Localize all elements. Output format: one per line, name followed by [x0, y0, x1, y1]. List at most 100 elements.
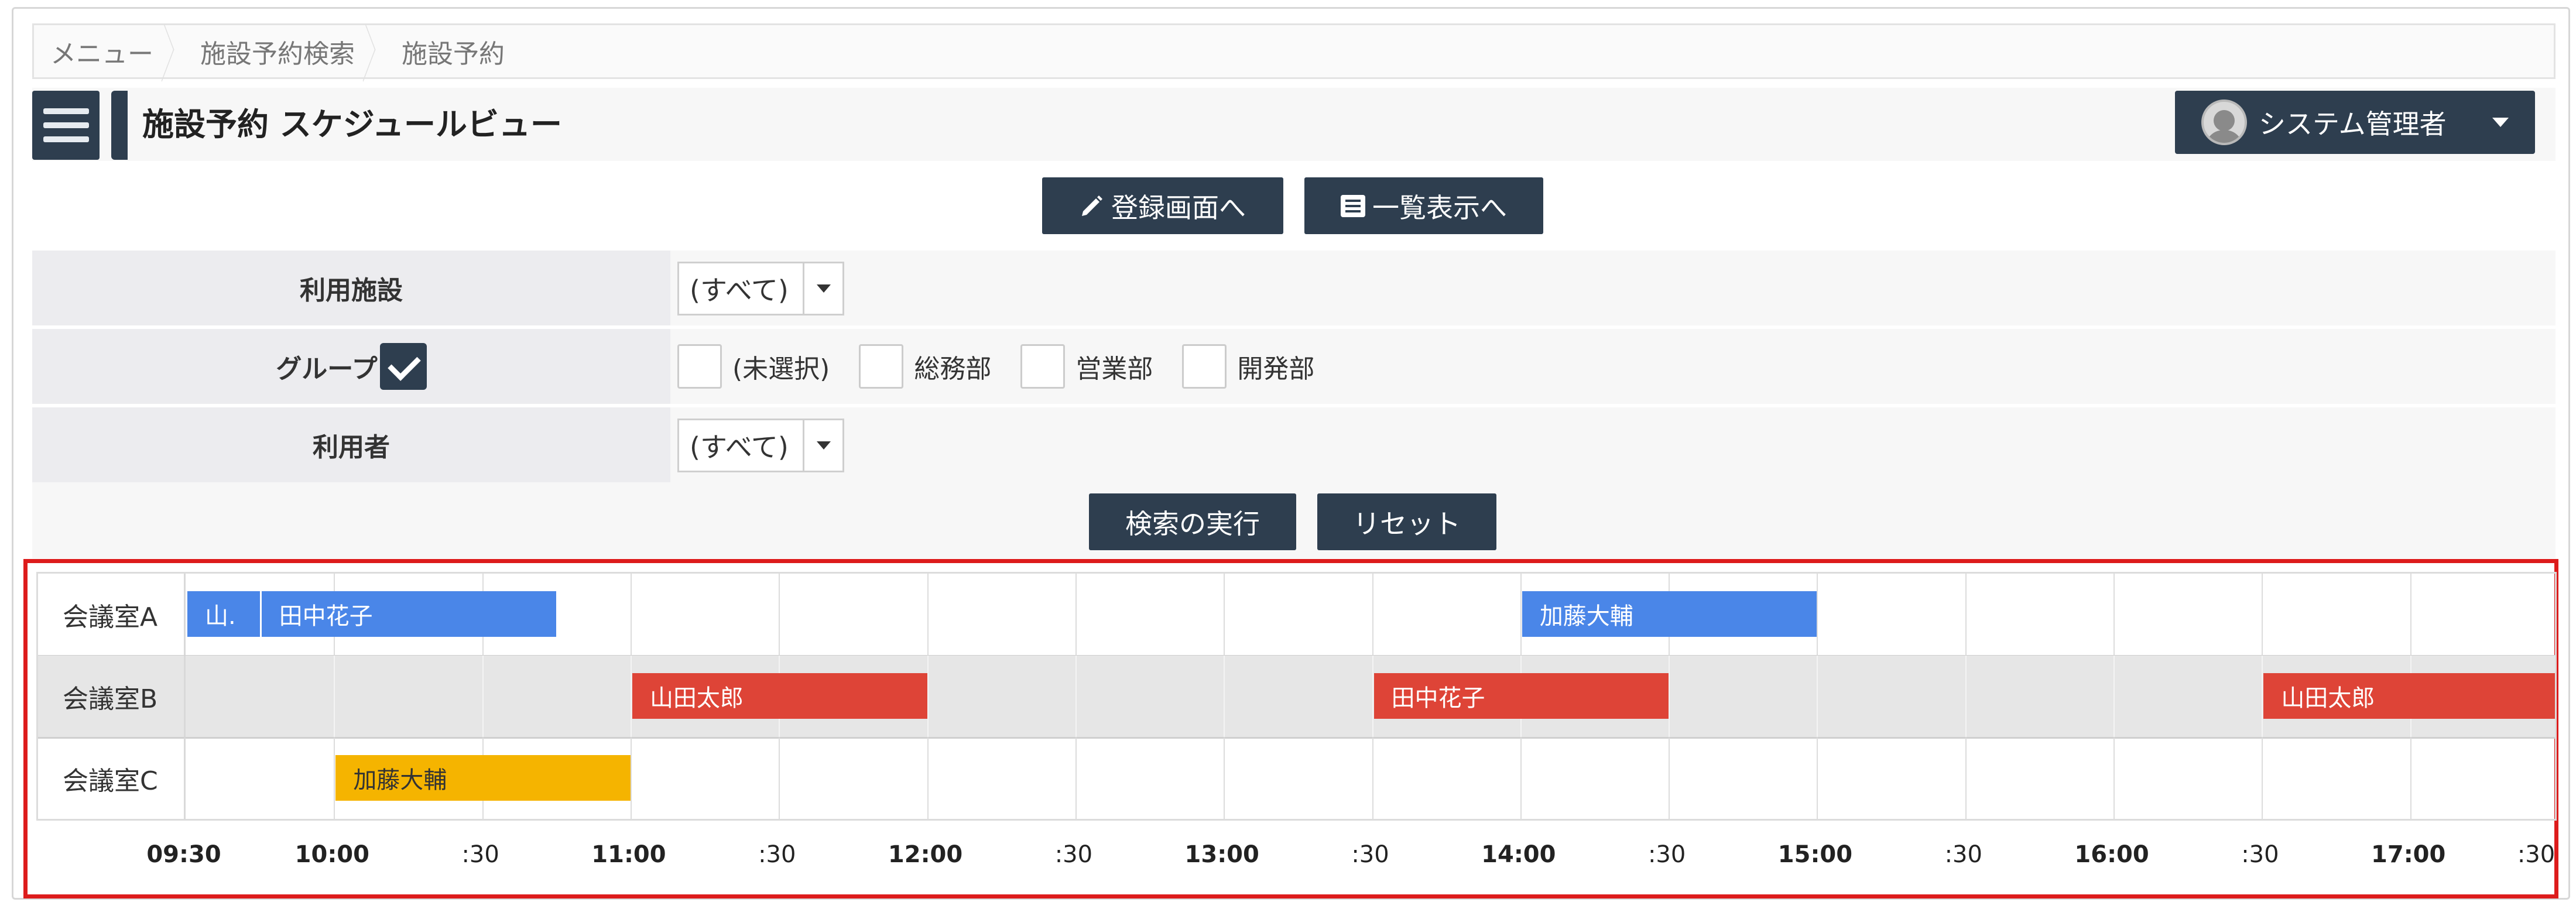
search-execute-button[interactable]: 検索の実行: [1089, 493, 1296, 550]
group-option-label: (未選択): [732, 354, 830, 384]
grid-line: [1520, 574, 1522, 656]
grid-line: [779, 738, 780, 819]
caret-down-icon: [816, 441, 831, 450]
facility-label: 利用施設: [32, 251, 670, 325]
time-tick: :30: [1351, 841, 1389, 868]
grid-line: [779, 574, 780, 656]
user-avatar-icon: [2201, 100, 2247, 145]
group-option-general-affairs[interactable]: 総務部: [859, 344, 991, 389]
breadcrumb-facility-search[interactable]: 施設予約検索: [177, 25, 378, 77]
grid-line: [1075, 574, 1077, 656]
list-icon: [1341, 194, 1365, 217]
room-row: 会議室A 山. 田中花子 加藤大輔: [38, 574, 2555, 656]
grid-line: [2262, 656, 2263, 738]
grid-line: [2262, 738, 2263, 819]
grid-line: [1817, 656, 1818, 738]
group-toggle-checkbox[interactable]: [379, 343, 427, 390]
time-tick: :30: [1054, 841, 1093, 868]
reservation-block[interactable]: 山田太郎: [632, 673, 927, 719]
grid-line: [1075, 656, 1077, 738]
group-label-cell: グループ: [32, 329, 670, 404]
time-tick: :30: [461, 841, 499, 868]
grid-line: [927, 656, 929, 738]
user-select[interactable]: (すべて): [677, 419, 844, 472]
group-label: グループ: [276, 354, 378, 384]
time-tick: 14:00: [1481, 841, 1556, 868]
reservation-block[interactable]: 田中花子: [261, 591, 557, 637]
grid-line: [1224, 738, 1225, 819]
grid-line: [482, 656, 484, 738]
grid-line: [927, 738, 929, 819]
group-option-sales[interactable]: 営業部: [1020, 344, 1153, 389]
grid-line: [2410, 574, 2411, 656]
time-tick: 17:00: [2371, 841, 2446, 868]
title-accent: [111, 91, 128, 160]
room-row: 会議室C 加藤大輔: [38, 738, 2555, 819]
time-tick: :30: [758, 841, 796, 868]
time-tick: :30: [1647, 841, 1686, 868]
room-label: 会議室B: [38, 656, 186, 738]
breadcrumb-facility-reservation: 施設予約: [402, 39, 505, 69]
grid-line: [1372, 656, 1373, 738]
group-option-unselected[interactable]: (未選択): [677, 344, 830, 389]
grid-line: [1669, 656, 1670, 738]
grid-line: [2113, 574, 2115, 656]
grid-line: [1372, 738, 1373, 819]
grid-line: [630, 656, 632, 738]
reset-button[interactable]: リセット: [1317, 493, 1496, 550]
register-button[interactable]: 登録画面へ: [1042, 177, 1283, 234]
reservation-block[interactable]: 山.: [187, 591, 260, 637]
time-tick: 12:00: [888, 841, 963, 868]
user-label: 利用者: [32, 407, 670, 482]
grid-line: [1075, 738, 1077, 819]
schedule-view: 会議室A 山. 田中花子 加藤大輔 会議室B 山田太郎 田中花子 山田太郎 会議室C 加藤大輔 0…: [23, 559, 2558, 898]
time-tick: 15:00: [1777, 841, 1853, 868]
reservation-block[interactable]: 田中花子: [1373, 673, 1669, 719]
time-tick: 11:00: [591, 841, 666, 868]
room-label: 会議室A: [38, 574, 186, 656]
list-view-button[interactable]: 一覧表示へ: [1304, 177, 1543, 234]
group-option-unselected-checkbox[interactable]: [677, 344, 722, 389]
room-label: 会議室C: [38, 738, 186, 819]
list-view-button-label: 一覧表示へ: [1372, 191, 1507, 224]
grid-line: [927, 574, 929, 656]
grid-line: [1224, 574, 1225, 656]
group-option-development-checkbox[interactable]: [1182, 344, 1227, 389]
breadcrumb: メニュー 施設予約検索 施設予約: [32, 23, 2556, 79]
group-option-label: 総務部: [914, 354, 992, 384]
facility-select[interactable]: (すべて): [677, 262, 844, 315]
grid-line: [1817, 738, 1818, 819]
group-filter-row: グループ (未選択) 総務部 営業部 開発部: [32, 329, 2556, 404]
register-button-label: 登録画面へ: [1111, 191, 1246, 224]
chevron-down-icon: [2492, 118, 2509, 127]
time-tick: :30: [2517, 841, 2556, 868]
hamburger-icon[interactable]: [32, 91, 100, 160]
user-select-arrow[interactable]: [803, 420, 842, 471]
facility-select-arrow[interactable]: [803, 263, 842, 314]
grid-line: [630, 738, 632, 819]
breadcrumb-menu[interactable]: メニュー: [34, 25, 177, 77]
time-tick: 13:00: [1184, 841, 1259, 868]
grid-line: [2262, 574, 2263, 656]
facility-select-value: (すべて): [690, 275, 789, 306]
page-title: 施設予約 スケジュールビュー: [142, 106, 563, 143]
user-select-value: (すべて): [690, 431, 789, 463]
grid-line: [334, 656, 335, 738]
group-option-general-affairs-checkbox[interactable]: [859, 344, 904, 389]
grid-line: [1965, 574, 1967, 656]
grid-line: [1520, 738, 1522, 819]
reservation-block[interactable]: 加藤大輔: [335, 755, 631, 801]
user-menu-button[interactable]: システム管理者: [2175, 91, 2535, 154]
time-tick: 10:00: [294, 841, 369, 868]
grid-line: [2113, 656, 2115, 738]
group-option-label: 開発部: [1237, 354, 1315, 384]
group-option-sales-checkbox[interactable]: [1020, 344, 1066, 389]
reservation-block[interactable]: 加藤大輔: [1522, 591, 1817, 637]
grid-line: [1224, 656, 1225, 738]
grid-line: [630, 574, 632, 656]
pencil-icon: [1082, 195, 1102, 216]
grid-line: [2113, 738, 2115, 819]
group-option-label: 営業部: [1075, 354, 1153, 384]
reservation-block[interactable]: 山田太郎: [2263, 673, 2555, 719]
group-option-development[interactable]: 開発部: [1182, 344, 1314, 389]
